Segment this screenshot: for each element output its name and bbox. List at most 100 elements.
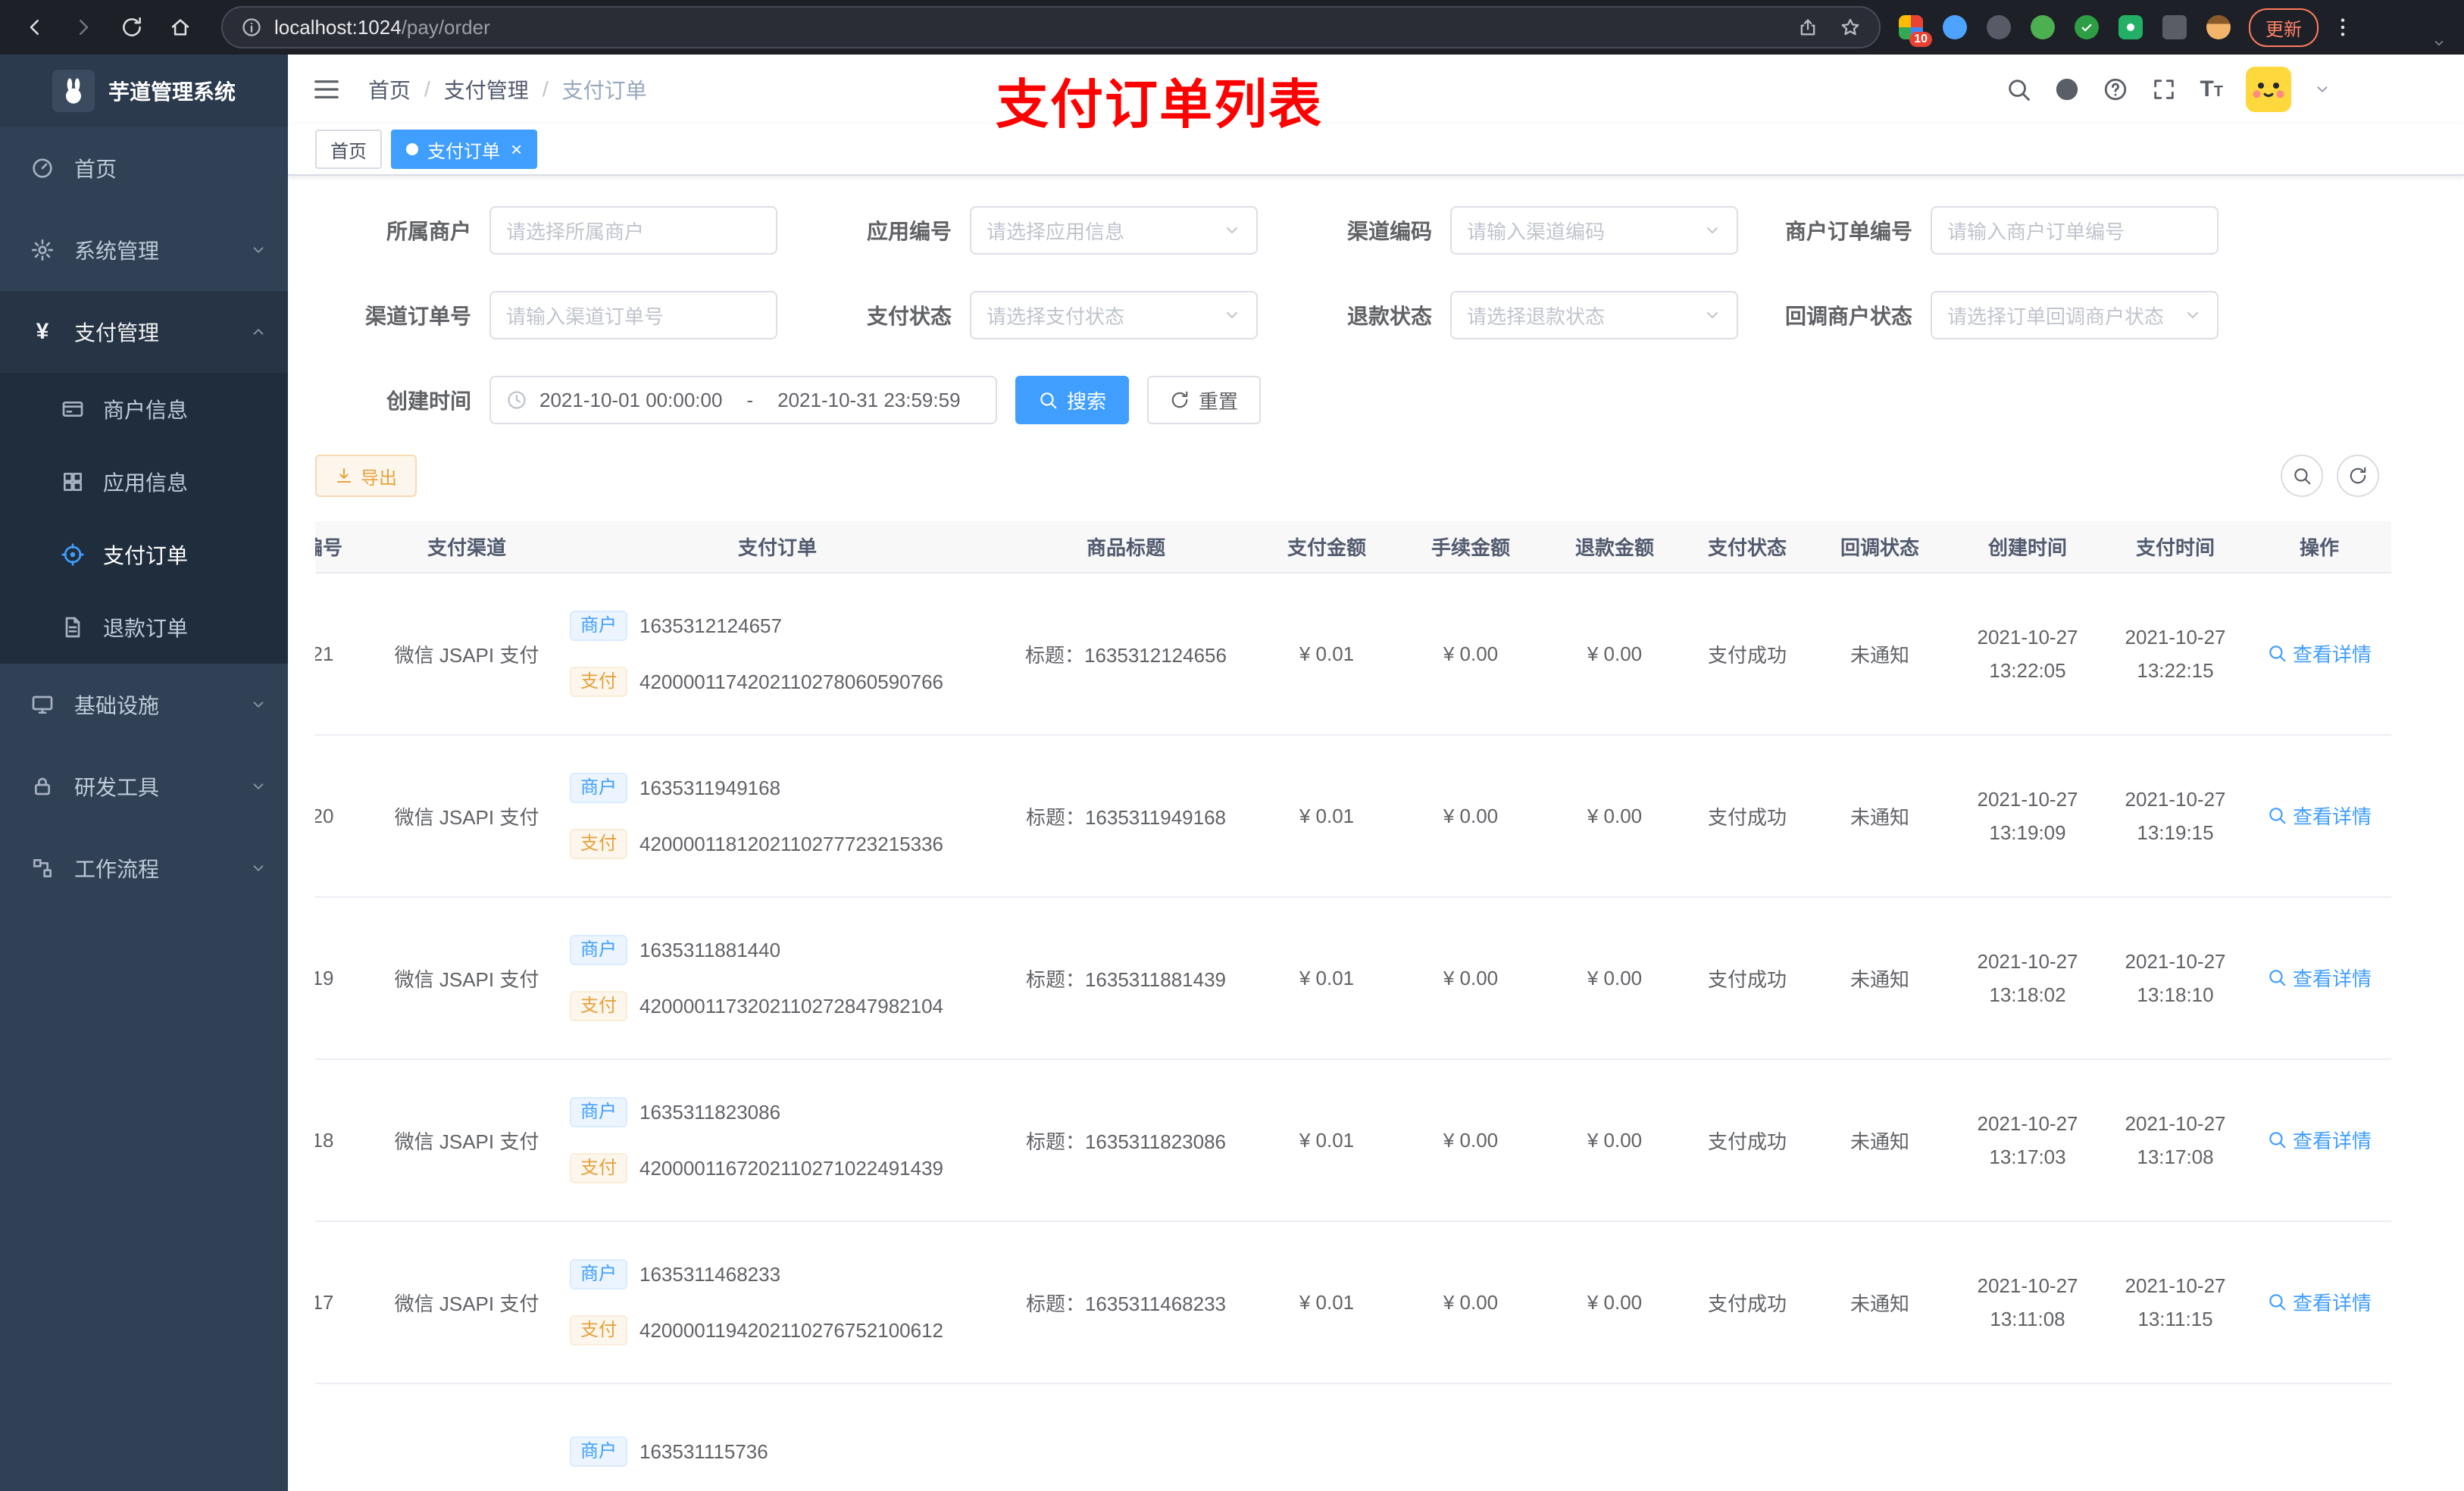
sidebar-item-app-info[interactable]: 应用信息 <box>0 445 288 518</box>
fullscreen-icon[interactable] <box>2151 77 2177 102</box>
table-row[interactable]: 19 微信 JSAPI 支付 商户 1635311881440 支付 42000… <box>315 897 2391 1060</box>
table-row[interactable]: 商户 163531115736 <box>315 1383 2391 1491</box>
app-id-select[interactable]: 请选择应用信息 <box>970 206 1258 255</box>
search-button[interactable]: 搜索 <box>1015 376 1130 424</box>
sidebar-item-infrastructure[interactable]: 基础设施 <box>0 664 288 746</box>
merchant-select[interactable]: 请选择所属商户 <box>489 206 777 255</box>
cell-amount <box>1255 1383 1399 1491</box>
platform-tag: 支付 <box>570 829 627 859</box>
sidebar-item-workflow[interactable]: 工作流程 <box>0 827 288 909</box>
col-notify: 回调状态 <box>1808 521 1952 574</box>
hamburger-icon[interactable] <box>312 75 341 104</box>
cell-title <box>997 1383 1255 1491</box>
cell-status: 支付成功 <box>1687 897 1808 1060</box>
sidebar-item-system[interactable]: 系统管理 <box>0 209 288 291</box>
font-size-icon[interactable]: TT <box>2200 77 2223 102</box>
extension-icon-puzzle[interactable] <box>2162 15 2187 39</box>
extension-icon-chat[interactable] <box>2118 15 2143 39</box>
chevron-down-icon[interactable] <box>2432 36 2446 50</box>
view-detail-link[interactable]: 查看详情 <box>2267 639 2372 667</box>
filter-row-1: 所属商户 请选择所属商户 应用编号 请选择应用信息 渠道编码 请输入渠道编码 商… <box>315 206 2437 255</box>
table-row[interactable]: 20 微信 JSAPI 支付 商户 1635311949168 支付 42000… <box>315 735 2391 898</box>
cell-order: 商户 1635311949168 支付 42000011812021102777… <box>558 735 997 898</box>
browser-extensions: 10 <box>1899 15 2231 47</box>
tab-pay-order[interactable]: 支付订单 × <box>391 130 538 169</box>
filter-label: 所属商户 <box>386 220 471 243</box>
extension-icon-apps[interactable]: 10 <box>1899 15 1932 47</box>
view-detail-icon <box>2269 645 2286 662</box>
view-detail-link[interactable]: 查看详情 <box>2267 1126 2372 1154</box>
merchant-order-no: 1635311823086 <box>639 1100 781 1124</box>
cell-amount: ¥ 0.01 <box>1255 735 1399 898</box>
browser-home-button[interactable] <box>161 8 200 47</box>
browser-forward-button[interactable] <box>64 8 103 47</box>
channel-code-select[interactable]: 请输入渠道编码 <box>1450 206 1738 255</box>
merchant-order-no-input[interactable]: 请输入商户订单编号 <box>1931 206 2219 255</box>
refresh-table-button[interactable] <box>2337 455 2379 497</box>
extension-icon-green[interactable] <box>2031 15 2055 39</box>
cell-id <box>315 1383 376 1491</box>
user-avatar[interactable] <box>2246 67 2291 112</box>
extension-icon-avatar[interactable] <box>2206 15 2231 39</box>
search-icon[interactable] <box>2006 77 2031 102</box>
col-id: 编号 <box>315 521 376 574</box>
address-bar[interactable]: localhost:1024/pay/order <box>221 6 1881 48</box>
table-row[interactable]: 18 微信 JSAPI 支付 商户 1635311823086 支付 42000… <box>315 1059 2391 1222</box>
create-time-range-input[interactable]: 2021-10-01 00:00:00 - 2021-10-31 23:59:5… <box>489 376 997 424</box>
chevron-down-icon <box>1703 221 1721 239</box>
platform-order-no: 4200001167202110271022491439 <box>639 1156 944 1180</box>
grid-icon <box>61 470 85 494</box>
cell-notify: 未通知 <box>1808 897 1952 1060</box>
export-button[interactable]: 导出 <box>315 455 417 497</box>
browser-refresh-button[interactable] <box>112 8 152 47</box>
table-row[interactable]: 17 微信 JSAPI 支付 商户 1635311468233 支付 42000… <box>315 1221 2391 1384</box>
sidebar-item-payment[interactable]: ¥ 支付管理 <box>0 291 288 373</box>
cell-pay-time: 2021-10-27 13:19:15 <box>2103 735 2247 898</box>
share-icon[interactable] <box>1797 17 1818 38</box>
tab-close-icon[interactable]: × <box>511 139 522 159</box>
cell-fee: ¥ 0.00 <box>1399 1059 1543 1222</box>
cell-amount: ¥ 0.01 <box>1255 573 1399 736</box>
pay-status-select[interactable]: 请选择支付状态 <box>970 291 1258 339</box>
channel-order-no-input[interactable]: 请输入渠道订单号 <box>489 291 777 339</box>
help-icon[interactable] <box>2103 77 2128 102</box>
merchant-tag: 商户 <box>570 1097 627 1127</box>
browser-back-button[interactable] <box>15 8 55 47</box>
cell-refund: ¥ 0.00 <box>1543 1221 1687 1384</box>
cell-pay-time <box>2103 1383 2247 1491</box>
extension-icon-drop[interactable] <box>1943 15 1967 39</box>
tab-home[interactable]: 首页 <box>315 130 382 169</box>
view-detail-icon <box>2269 1294 2286 1311</box>
notify-status-select[interactable]: 请选择订单回调商户状态 <box>1931 291 2219 339</box>
browser-menu-icon[interactable] <box>2331 15 2355 39</box>
sidebar-item-merchant-info[interactable]: 商户信息 <box>0 373 288 445</box>
bookmark-star-icon[interactable] <box>1840 17 1861 38</box>
sidebar-menu: 首页 系统管理 ¥ 支付管理 商户信息 应用信息 支付订单 退款订单 基础设施 … <box>0 127 288 909</box>
sidebar-item-devtools[interactable]: 研发工具 <box>0 746 288 827</box>
yen-icon: ¥ <box>36 319 49 344</box>
refund-status-select[interactable]: 请选择退款状态 <box>1450 291 1738 339</box>
caret-down-icon[interactable] <box>2314 81 2331 98</box>
search-toggle-button[interactable] <box>2281 455 2323 497</box>
cell-amount: ¥ 0.01 <box>1255 897 1399 1060</box>
cell-channel: 微信 JSAPI 支付 <box>376 1221 558 1384</box>
github-icon[interactable] <box>2054 77 2080 102</box>
col-fee: 手续金额 <box>1399 521 1543 574</box>
sidebar-item-home[interactable]: 首页 <box>0 127 288 209</box>
reset-button[interactable]: 重置 <box>1147 376 1262 424</box>
breadcrumb-home[interactable]: 首页 <box>368 74 411 105</box>
extension-icon-dark[interactable] <box>1987 15 2011 39</box>
browser-update-button[interactable]: 更新 <box>2249 8 2319 47</box>
sidebar-item-refund-order[interactable]: 退款订单 <box>0 591 288 664</box>
cell-refund: ¥ 0.00 <box>1543 897 1687 1060</box>
view-detail-link[interactable]: 查看详情 <box>2267 964 2372 992</box>
view-detail-link[interactable]: 查看详情 <box>2267 1288 2372 1316</box>
extension-icon-check[interactable] <box>2075 15 2099 39</box>
cell-status: 支付成功 <box>1687 1059 1808 1222</box>
col-action: 操作 <box>2247 521 2391 574</box>
sidebar-item-pay-order[interactable]: 支付订单 <box>0 518 288 591</box>
cell-create-time: 2021-10-27 13:17:03 <box>1952 1059 2103 1222</box>
view-detail-link[interactable]: 查看详情 <box>2267 802 2372 830</box>
table-row[interactable]: 21 微信 JSAPI 支付 商户 1635312124657 支付 42000… <box>315 573 2391 736</box>
cell-action: 查看详情 <box>2247 897 2391 1060</box>
